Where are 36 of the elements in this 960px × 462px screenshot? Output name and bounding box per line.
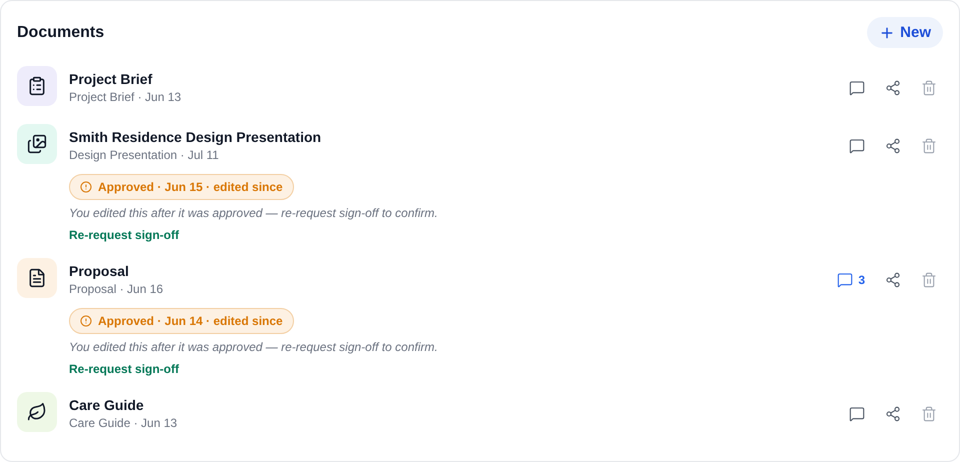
share-icon [885,80,901,96]
share-icon [885,138,901,154]
comment-icon [849,406,865,422]
document-meta: Design Presentation · Jul 11 [69,148,220,162]
approval-note: You edited this after it was approved — re-request sign-off to confirm. [69,206,439,220]
trash-icon [921,138,937,154]
alert-icon [80,181,92,193]
document-meta: Care Guide · Jun 13 [69,416,178,430]
document-meta: Proposal · Jun 16 [69,282,164,296]
share-icon [885,406,901,422]
approval-badge: Approved · Jun 15 · edited since [69,174,294,200]
document-name: Care Guide [69,397,145,413]
document-name: Smith Residence Design Presentation [69,129,322,145]
document-name: Proposal [69,263,130,279]
comment-icon [849,80,865,96]
images-icon [27,134,47,154]
approval-note: You edited this after it was approved — re-request sign-off to confirm. [69,340,439,354]
card-title: Documents [17,24,104,42]
document-meta: Project Brief · Jun 13 [69,90,182,104]
comment-icon [837,272,854,288]
document-icon [27,268,47,288]
leaf-icon [27,402,47,422]
trash-icon [921,272,937,288]
alert-icon [80,315,92,327]
trash-icon [921,406,937,422]
plus-icon [879,24,896,40]
re-request-link[interactable]: Re-request sign-off [69,362,180,376]
approval-badge: Approved · Jun 14 · edited since [69,308,294,334]
trash-icon [921,80,937,96]
share-icon [885,272,901,288]
new-button[interactable]: New [867,17,943,48]
document-name: Project Brief [69,71,154,87]
re-request-link[interactable]: Re-request sign-off [69,228,180,242]
comment-icon [849,138,865,154]
comments-button[interactable]: 3 [831,268,871,292]
clipboard-icon [27,76,47,96]
